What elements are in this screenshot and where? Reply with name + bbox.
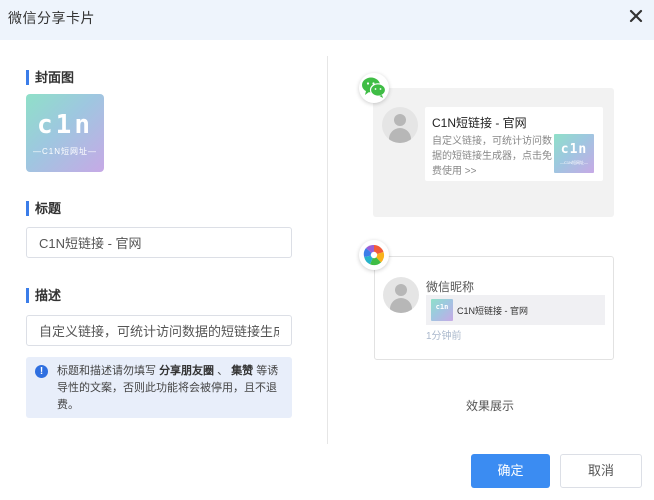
notice-text: 标题和描述请勿填写 分享朋友圈 、 集赞 等诱导性的文案，否则此功能将会被停用，… bbox=[57, 363, 285, 414]
moments-thumb-logo: c1n bbox=[435, 303, 449, 311]
chat-card-title: C1N短链接 - 官网 bbox=[432, 116, 527, 130]
notice-text-1: 标题和描述请勿填写 bbox=[57, 365, 156, 377]
notice-bold-1: 分享朋友圈 bbox=[159, 365, 215, 377]
chat-share-card: C1N短链接 - 官网 自定义链接，可统计访问数据的短链接生成器，点击免费使用 … bbox=[425, 107, 603, 181]
chat-thumb-logo: c1n bbox=[560, 142, 588, 157]
notice-box: ! 标题和描述请勿填写 分享朋友圈 、 集赞 等诱导性的文案，否则此功能将会被停… bbox=[26, 357, 292, 418]
title-label: 标题 bbox=[26, 201, 61, 216]
moments-badge bbox=[359, 240, 389, 270]
moments-nickname: 微信昵称 bbox=[426, 280, 475, 294]
wechat-icon bbox=[362, 77, 387, 98]
notice-bold-2: 集赞 bbox=[231, 365, 254, 377]
moments-time: 1分钟前 bbox=[426, 331, 462, 342]
cover-image-picker[interactable]: c1n —C1N短网址— bbox=[26, 94, 104, 172]
preview-caption: 效果展示 bbox=[466, 399, 515, 413]
desc-label: 描述 bbox=[26, 288, 61, 303]
chat-avatar bbox=[382, 107, 418, 143]
close-button[interactable] bbox=[626, 6, 646, 26]
info-icon: ! bbox=[35, 365, 48, 378]
moments-avatar bbox=[383, 277, 419, 313]
chat-thumb-subtitle: —C1N短网址— bbox=[559, 160, 588, 165]
chat-card-thumbnail: c1n —C1N短网址— bbox=[554, 134, 594, 173]
vertical-divider bbox=[327, 56, 328, 444]
wechat-badge bbox=[359, 73, 389, 103]
cover-logo-text: c1n bbox=[37, 110, 93, 140]
chat-card-desc: 自定义链接，可统计访问数据的短链接生成器，点击免费使用 >> bbox=[432, 136, 552, 177]
moments-icon bbox=[363, 244, 385, 266]
confirm-button[interactable]: 确定 bbox=[471, 454, 550, 488]
moments-card-thumbnail: c1n bbox=[431, 299, 453, 321]
description-input[interactable] bbox=[26, 315, 292, 346]
dialog-header: 微信分享卡片 bbox=[0, 0, 654, 40]
moments-card-title: C1N短链接 - 官网 bbox=[457, 306, 529, 316]
cover-label: 封面图 bbox=[26, 70, 74, 85]
title-input[interactable] bbox=[26, 227, 292, 258]
close-icon bbox=[629, 9, 643, 23]
dialog-title: 微信分享卡片 bbox=[8, 10, 95, 26]
moments-share-card: c1n C1N短链接 - 官网 bbox=[426, 295, 605, 325]
cover-subtitle: —C1N短网址— bbox=[32, 147, 97, 156]
notice-sep: 、 bbox=[217, 365, 229, 377]
cancel-button[interactable]: 取消 bbox=[560, 454, 642, 488]
